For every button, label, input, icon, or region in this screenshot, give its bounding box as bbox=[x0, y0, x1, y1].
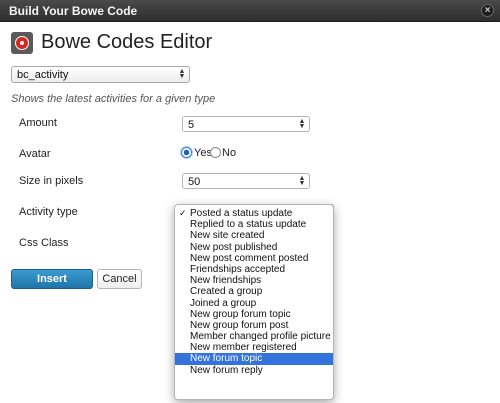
shortcode-description: Shows the latest activities for a given … bbox=[11, 93, 216, 105]
menu-item[interactable]: Joined a group bbox=[175, 298, 333, 309]
menu-item-label: New post comment posted bbox=[190, 252, 309, 264]
menu-item-label: Friendships accepted bbox=[190, 263, 286, 275]
menu-item-label: New forum reply bbox=[190, 364, 263, 376]
menu-item[interactable]: Friendships accepted bbox=[175, 264, 333, 275]
menu-item-label: New group forum topic bbox=[190, 308, 291, 320]
amount-input[interactable]: 5 ▲ ▼ bbox=[182, 116, 310, 132]
activity-type-label: Activity type bbox=[19, 206, 78, 218]
avatar-no-label[interactable]: No bbox=[222, 147, 236, 159]
close-icon[interactable]: × bbox=[481, 4, 494, 17]
dialog-title: Build Your Bowe Code bbox=[9, 4, 138, 18]
size-value: 50 bbox=[188, 176, 201, 188]
menu-item[interactable]: New post published bbox=[175, 242, 333, 253]
menu-item[interactable]: New group forum topic bbox=[175, 309, 333, 320]
menu-item-label: Created a group bbox=[190, 286, 263, 298]
amount-value: 5 bbox=[188, 119, 195, 131]
avatar-no-radio[interactable] bbox=[210, 147, 221, 158]
menu-item-label: Replied to a status update bbox=[190, 219, 307, 231]
menu-item[interactable]: New friendships bbox=[175, 275, 333, 286]
menu-item-label: New member registered bbox=[190, 342, 297, 354]
menu-item[interactable]: New site created bbox=[175, 230, 333, 241]
menu-item-label: New group forum post bbox=[190, 319, 289, 331]
menu-item-label: New forum topic bbox=[190, 353, 263, 365]
menu-item[interactable]: Replied to a status update bbox=[175, 219, 333, 230]
menu-item[interactable]: New post comment posted bbox=[175, 253, 333, 264]
menu-item[interactable]: New member registered bbox=[175, 342, 333, 353]
dialog-titlebar: Build Your Bowe Code × bbox=[0, 0, 500, 22]
menu-item-label: Posted a status update bbox=[190, 208, 293, 219]
shortcode-select-value: bc_activity bbox=[17, 69, 69, 81]
css-class-label: Css Class bbox=[19, 237, 69, 249]
up-down-arrows-icon[interactable]: ▲ ▼ bbox=[298, 175, 306, 187]
menu-item[interactable]: New group forum post bbox=[175, 320, 333, 331]
page-title: Bowe Codes Editor bbox=[41, 31, 213, 53]
dialog-content: Bowe Codes Editor bc_activity ▲ ▼ Shows t… bbox=[0, 23, 500, 403]
up-down-arrows-icon[interactable]: ▲ ▼ bbox=[298, 118, 306, 130]
insert-shortcode-button[interactable]: Insert Shortcode bbox=[11, 269, 93, 303]
menu-item[interactable]: Member changed profile picture bbox=[175, 331, 333, 342]
menu-item[interactable]: ✓ Posted a status update bbox=[175, 208, 333, 219]
size-input[interactable]: 50 ▲ ▼ bbox=[182, 173, 310, 189]
menu-item[interactable]: New forum reply bbox=[175, 365, 333, 376]
amount-label: Amount bbox=[19, 117, 57, 129]
menu-item[interactable]: New forum topic bbox=[175, 353, 333, 365]
menu-item-label: Member changed profile picture bbox=[190, 331, 331, 343]
checkmark-icon: ✓ bbox=[179, 208, 187, 218]
menu-item-label: New site created bbox=[190, 230, 265, 242]
avatar-yes-radio[interactable] bbox=[181, 147, 192, 158]
avatar-label: Avatar bbox=[19, 148, 51, 160]
menu-item-label: Joined a group bbox=[190, 297, 257, 309]
size-label: Size in pixels bbox=[19, 175, 84, 187]
up-down-arrows-icon: ▲ ▼ bbox=[178, 68, 186, 80]
menu-item[interactable]: Created a group bbox=[175, 286, 333, 297]
bowe-logo-icon bbox=[11, 32, 33, 54]
shortcode-select[interactable]: bc_activity ▲ ▼ bbox=[11, 66, 190, 83]
cancel-button[interactable]: Cancel bbox=[97, 269, 142, 289]
activity-type-dropdown-menu[interactable]: ✓ Posted a status update Replied to a stat… bbox=[174, 204, 334, 400]
menu-item-label: New post published bbox=[190, 241, 278, 253]
menu-item-label: New friendships bbox=[190, 275, 262, 287]
